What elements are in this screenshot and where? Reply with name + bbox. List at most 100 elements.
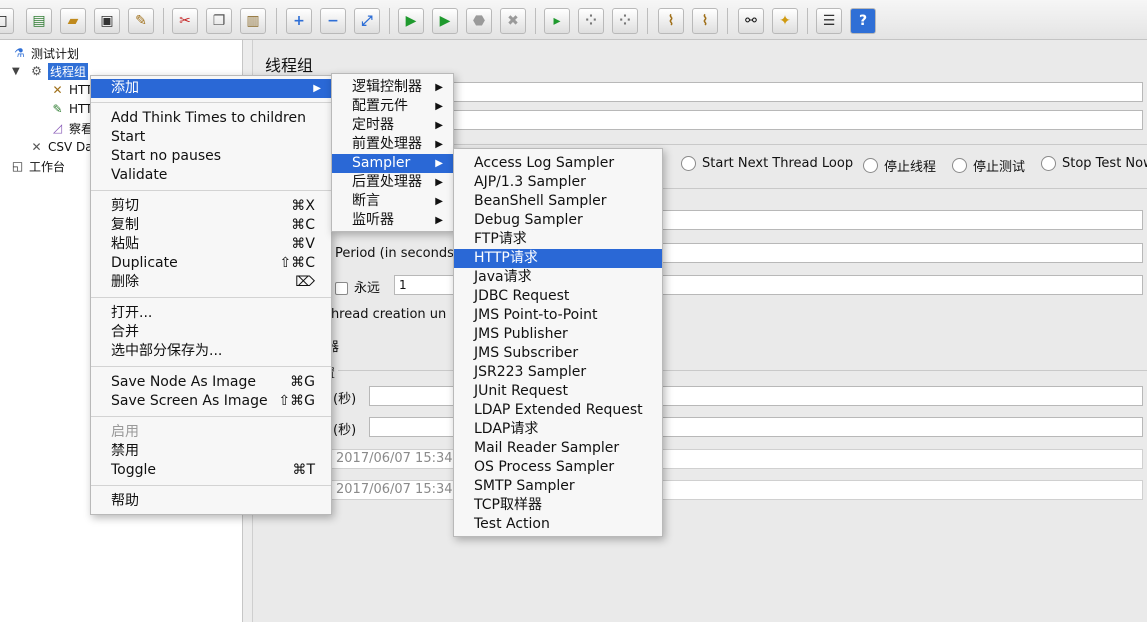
submenu-item-timer[interactable]: 定时器 ▶ (332, 116, 453, 135)
radio-start-next-thread-loop[interactable]: Start Next Thread Loop (681, 156, 853, 171)
toggle-icon[interactable]: ⤢ (354, 8, 380, 34)
tree-item-csv-data[interactable]: ✕ CSV Da (29, 138, 93, 156)
clear-icon[interactable]: ⌇ (658, 8, 684, 34)
forever-checkbox[interactable]: 永远 (335, 277, 380, 296)
sampler-item[interactable]: JMS Point-to-Point (454, 306, 662, 325)
comments-field[interactable] (453, 110, 1143, 130)
menu-item-merge[interactable]: 合并 (91, 323, 331, 342)
tree-item-test-plan[interactable]: ⚗ 测试计划 (12, 44, 79, 62)
search-icon[interactable]: ⚯ (738, 8, 764, 34)
sampler-item[interactable]: JUnit Request (454, 382, 662, 401)
radio-stop-thread[interactable]: 停止线程 (863, 156, 936, 175)
start-icon[interactable]: ▶ (398, 8, 424, 34)
tree-item-label: CSV Da (48, 140, 93, 154)
sampler-item[interactable]: OS Process Sampler (454, 458, 662, 477)
submenu-item-listener[interactable]: 监听器 ▶ (332, 211, 453, 230)
sampler-item[interactable]: Access Log Sampler (454, 154, 662, 173)
collapse-arrow-icon[interactable]: ▼ (12, 66, 20, 77)
submenu-item-config-element[interactable]: 配置元件 ▶ (332, 97, 453, 116)
sampler-item[interactable]: AJP/1.3 Sampler (454, 173, 662, 192)
submenu-arrow-icon: ▶ (435, 177, 443, 188)
sampler-item[interactable]: LDAP Extended Request (454, 401, 662, 420)
remote-stop-icon[interactable]: ⁘ (578, 8, 604, 34)
sampler-item[interactable]: Java请求 (454, 268, 662, 287)
open-icon[interactable]: ▰ (60, 8, 86, 34)
menu-item-start-no-pauses[interactable]: Start no pauses (91, 147, 331, 166)
paste-icon[interactable]: ▥ (240, 8, 266, 34)
menu-item-add[interactable]: 添加 ▶ (91, 79, 331, 98)
shutdown-icon[interactable]: ✖ (500, 8, 526, 34)
radio-stop-test[interactable]: 停止测试 (952, 156, 1025, 175)
cut-icon[interactable]: ✂ (172, 8, 198, 34)
menu-item-delete[interactable]: 删除 ⌦ (91, 273, 331, 292)
sampler-item[interactable]: LDAP请求 (454, 420, 662, 439)
thread-creation-checkbox[interactable]: Thread creation un (323, 307, 446, 322)
submenu-item-post-processor[interactable]: 后置处理器 ▶ (332, 173, 453, 192)
tree-item-view-results[interactable]: ◿ 察看 (50, 119, 93, 137)
help-icon[interactable]: ? (850, 8, 876, 34)
menu-item-duplicate[interactable]: Duplicate ⇧⌘C (91, 254, 331, 273)
collapse-icon[interactable]: − (320, 8, 346, 34)
menu-separator (91, 297, 331, 298)
menu-item-toggle[interactable]: Toggle ⌘T (91, 461, 331, 480)
submenu-item-logic-controller[interactable]: 逻辑控制器 ▶ (332, 78, 453, 97)
menu-item-open[interactable]: 打开... (91, 304, 331, 323)
save-icon[interactable]: ▣ (94, 8, 120, 34)
submenu-item-assertion[interactable]: 断言 ▶ (332, 192, 453, 211)
sampler-item[interactable]: Mail Reader Sampler (454, 439, 662, 458)
menu-item-save-screen-as-image[interactable]: Save Screen As Image ⇧⌘G (91, 392, 331, 411)
gear-icon: ⚙ (31, 63, 42, 78)
tree-item-workbench[interactable]: ◱ 工作台 (10, 157, 65, 175)
expand-icon[interactable]: + (286, 8, 312, 34)
menu-item-start[interactable]: Start (91, 128, 331, 147)
templates-icon[interactable]: ▤ (26, 8, 52, 34)
menu-item-copy[interactable]: 复制 ⌘C (91, 216, 331, 235)
tree-item-thread-group[interactable]: ⚙ 线程组 (29, 62, 89, 80)
menu-item-paste[interactable]: 粘贴 ⌘V (91, 235, 331, 254)
radio-circle (1041, 156, 1056, 171)
sampler-item-http-request[interactable]: HTTP请求 (454, 249, 662, 268)
function-helper-icon[interactable]: ☰ (816, 8, 842, 34)
toolbar-separator (807, 8, 808, 34)
new-icon[interactable]: □ (0, 8, 14, 34)
menu-separator (91, 102, 331, 103)
menu-item-validate[interactable]: Validate (91, 166, 331, 185)
sampler-item[interactable]: JSR223 Sampler (454, 363, 662, 382)
menu-item-enable[interactable]: 启用 (91, 423, 331, 442)
sampler-item[interactable]: JMS Subscriber (454, 344, 662, 363)
reset-search-icon[interactable]: ✦ (772, 8, 798, 34)
sampler-item[interactable]: SMTP Sampler (454, 477, 662, 496)
sampler-item[interactable]: JDBC Request (454, 287, 662, 306)
sampler-item[interactable]: FTP请求 (454, 230, 662, 249)
tree-item-http-request-2[interactable]: ✎ HTT (50, 100, 92, 118)
clear-all-icon[interactable]: ⌇ (692, 8, 718, 34)
sampler-item[interactable]: JMS Publisher (454, 325, 662, 344)
tree-item-http-request-1[interactable]: ✕ HTT (50, 81, 92, 99)
menu-item-save-node-as-image[interactable]: Save Node As Image ⌘G (91, 373, 331, 392)
name-field[interactable] (453, 82, 1143, 102)
menu-item-cut[interactable]: 剪切 ⌘X (91, 197, 331, 216)
submenu-arrow-icon: ▶ (313, 83, 321, 94)
copy-icon[interactable]: ❐ (206, 8, 232, 34)
sampler-item[interactable]: BeanShell Sampler (454, 192, 662, 211)
delete-key-icon: ⌦ (295, 274, 315, 290)
menu-item-help[interactable]: 帮助 (91, 492, 331, 511)
context-menu: 添加 ▶ Add Think Times to children Start St… (90, 75, 332, 515)
remote-shutdown-icon[interactable]: ⁘ (612, 8, 638, 34)
start-no-pause-icon[interactable]: ▶ (432, 8, 458, 34)
sampler-item[interactable]: TCP取样器 (454, 496, 662, 515)
sampler-item[interactable]: Test Action (454, 515, 662, 534)
tree-item-label: 测试计划 (31, 46, 80, 61)
menu-item-save-selection-as[interactable]: 选中部分保存为... (91, 342, 331, 361)
edit-icon[interactable]: ✎ (128, 8, 154, 34)
menu-item-add-think-times[interactable]: Add Think Times to children (91, 109, 331, 128)
radio-stop-test-now[interactable]: Stop Test Now (1041, 156, 1147, 171)
radio-circle (952, 158, 967, 173)
sampler-item[interactable]: Debug Sampler (454, 211, 662, 230)
submenu-item-sampler[interactable]: Sampler ▶ (332, 154, 453, 173)
submenu-item-pre-processor[interactable]: 前置处理器 ▶ (332, 135, 453, 154)
stop-icon[interactable]: ⬣ (466, 8, 492, 34)
menu-item-disable[interactable]: 禁用 (91, 442, 331, 461)
remote-start-icon[interactable]: ▸ (544, 8, 570, 34)
startup-delay-label: (秒) (333, 423, 357, 438)
